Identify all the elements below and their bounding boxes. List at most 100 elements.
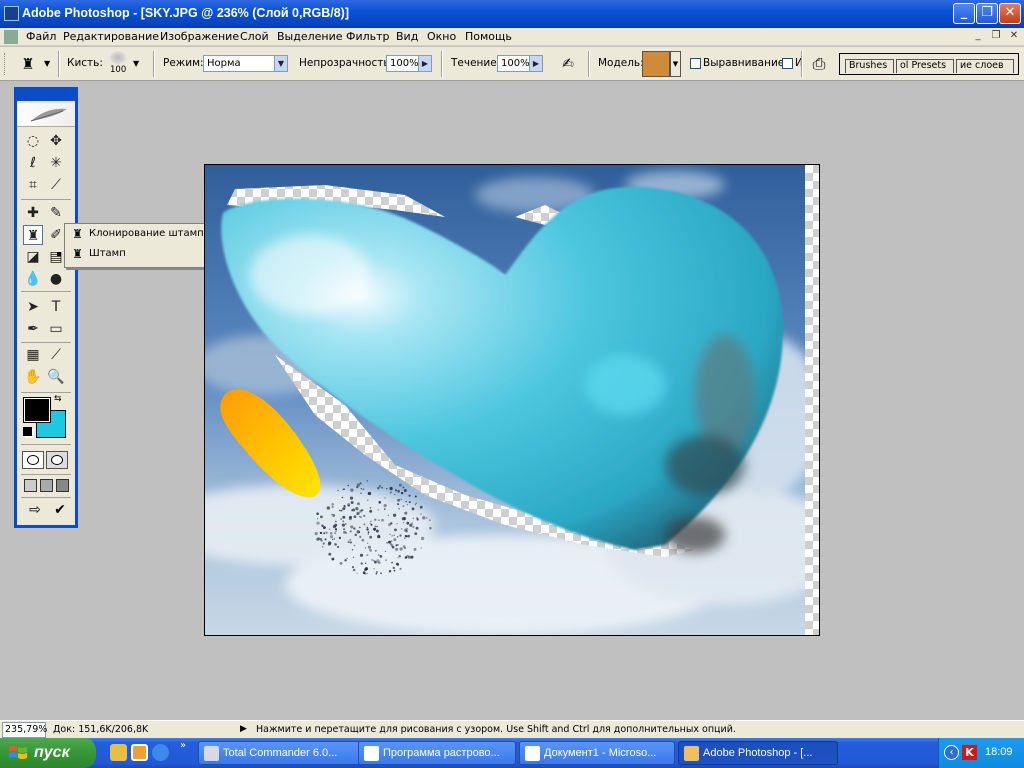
document-canvas[interactable] [204, 164, 820, 636]
notes-tool-icon[interactable]: ▦ [23, 345, 43, 365]
pen-tool-icon[interactable]: ✒ [23, 319, 43, 339]
dodge-tool-icon[interactable]: ● [46, 269, 66, 289]
status-message: Нажмите и перетащите для рисования с узо… [256, 724, 736, 735]
move-tool-icon[interactable]: ✥ [46, 131, 66, 151]
menu-edit[interactable]: Редактирование [63, 30, 159, 43]
tab-tool-presets[interactable]: ol Presets [896, 59, 954, 73]
full-screen-menu-icon[interactable] [40, 479, 53, 492]
quicklaunch-winamp-icon[interactable] [110, 744, 127, 761]
menu-file[interactable]: Файл [26, 30, 56, 43]
menu-select[interactable]: Выделение [277, 30, 343, 43]
adobe-feather-logo[interactable] [17, 103, 75, 127]
edit-in-imageready-icon[interactable]: ✔ [50, 502, 70, 522]
start-button[interactable]: пуск [0, 738, 96, 768]
impressionist-checkbox[interactable] [782, 58, 793, 69]
palette-well: Brushes ol Presets ие слоев [839, 53, 1019, 75]
slice-tool-icon[interactable]: ⟋ [46, 175, 66, 195]
quicklaunch-more-icon[interactable]: » [180, 740, 186, 751]
menu-window[interactable]: Окно [427, 30, 456, 43]
taskbar-button[interactable]: Программа растрово... [358, 741, 516, 765]
tab-layer-comps[interactable]: ие слоев [956, 59, 1014, 73]
taskbar-button-label: Adobe Photoshop - [... [703, 747, 813, 759]
healing-brush-tool-icon[interactable]: ✚ [23, 203, 43, 223]
menu-filter[interactable]: Фильтр [346, 30, 390, 43]
minimize-button[interactable]: _ [953, 3, 975, 24]
path-select-tool-icon[interactable]: ➤ [23, 297, 43, 317]
taskbar-app-icon [684, 746, 699, 761]
airbrush-icon[interactable]: ✍ [557, 54, 579, 74]
status-bar: 235,79% Док: 151,6K/206,8K ▶ Нажмите и п… [0, 720, 1024, 738]
taskbar-button[interactable]: Total Commander 6.0... [198, 741, 360, 765]
taskbar-button[interactable]: Документ1 - Microso... [519, 741, 675, 765]
quicklaunch-show-desktop-icon[interactable] [131, 744, 148, 761]
marquee-tool-icon[interactable]: ◌ [23, 131, 43, 151]
doc-close-button[interactable]: ✕ [1007, 30, 1021, 43]
windows-logo-icon [9, 746, 27, 759]
jump-to-imageready-icon[interactable]: ⇨ [22, 502, 48, 522]
title-bar: Adobe Photoshop - [SKY.JPG @ 236% (Слой … [0, 0, 1024, 28]
file-browser-icon[interactable]: ⎙ [807, 52, 831, 76]
crop-tool-icon[interactable]: ⌗ [23, 175, 43, 195]
kaspersky-icon[interactable]: K [962, 745, 977, 760]
preset-dropdown-arrow-icon[interactable]: ▼ [44, 59, 50, 68]
magic-wand-tool-icon[interactable]: ✳ [46, 153, 66, 173]
standard-screen-icon[interactable] [24, 479, 37, 492]
flow-slider-arrow-icon[interactable]: ▶ [529, 55, 543, 72]
shape-tool-icon[interactable]: ▭ [46, 319, 66, 339]
menu-image[interactable]: Изображение [160, 30, 239, 43]
canvas-image[interactable] [205, 165, 820, 636]
opacity-slider-arrow-icon[interactable]: ▶ [418, 55, 432, 72]
document-size[interactable]: Док: 151,6K/206,8K [53, 724, 148, 735]
swap-colors-icon[interactable]: ⇆ [54, 394, 62, 404]
menu-layer[interactable]: Слой [240, 30, 269, 43]
options-bar: ♜ ▼ Кисть: 100 ▼ Режим: Норма ▼ Непрозра… [0, 47, 1024, 81]
window-title: Adobe Photoshop - [SKY.JPG @ 236% (Слой … [22, 6, 349, 20]
zoom-tool-icon[interactable]: 🔍 [46, 367, 66, 387]
menu-help[interactable]: Помощь [465, 30, 512, 43]
taskbar: пуск » Total Commander 6.0... Программа р… [0, 738, 1024, 768]
zoom-field[interactable]: 235,79% [2, 722, 47, 738]
stamp-tool-icon[interactable]: ♜ [23, 225, 43, 245]
brush-tool-icon[interactable]: ✎ [46, 203, 66, 223]
pattern-dropdown-arrow-icon[interactable]: ▼ [670, 51, 681, 77]
tray-expand-icon[interactable]: ‹ [944, 745, 959, 760]
eyedropper-tool-icon[interactable]: ⟋ [46, 345, 66, 365]
system-tray: ‹ K 18:09 [938, 738, 1024, 768]
tab-brushes[interactable]: Brushes [845, 59, 894, 73]
flyout-item-label: Штамп [89, 248, 126, 259]
flyout-item-label: Клонирование штампа [89, 228, 210, 239]
flow-input[interactable]: 100% [497, 55, 530, 72]
maximize-button[interactable]: ❐ [976, 3, 998, 24]
lasso-tool-icon[interactable]: ℓ [23, 153, 43, 173]
brush-preview-icon[interactable] [110, 51, 126, 64]
pattern-swatch[interactable] [642, 51, 670, 77]
full-screen-icon[interactable] [56, 479, 69, 492]
document-icon[interactable] [4, 30, 18, 44]
standard-mode-icon[interactable] [22, 451, 44, 469]
type-tool-icon[interactable]: T [46, 297, 66, 317]
close-button[interactable]: ✕ [999, 3, 1021, 24]
taskbar-button-label: Total Commander 6.0... [223, 747, 338, 759]
aligned-checkbox[interactable] [690, 58, 701, 69]
mode-dropdown-arrow-icon[interactable]: ▼ [274, 55, 288, 72]
opacity-input[interactable]: 100% [386, 55, 419, 72]
gradient-tool-icon[interactable]: ▤ [46, 247, 66, 267]
quicklaunch-internet-explorer-icon[interactable] [152, 744, 169, 761]
mode-select[interactable]: Норма [203, 55, 275, 72]
quick-mask-mode-icon[interactable] [46, 451, 68, 469]
menu-view[interactable]: Вид [396, 30, 418, 43]
taskbar-button[interactable]: Adobe Photoshop - [... [678, 741, 838, 765]
doc-minimize-button[interactable]: _ [971, 30, 985, 43]
history-brush-tool-icon[interactable]: ✐ [46, 225, 66, 245]
default-colors-icon[interactable] [23, 427, 32, 436]
hand-tool-icon[interactable]: ✋ [23, 367, 43, 387]
eraser-tool-icon[interactable]: ◪ [23, 247, 43, 267]
foreground-color-swatch[interactable] [23, 397, 51, 423]
blur-tool-icon[interactable]: 💧 [23, 269, 43, 289]
taskbar-button-label: Документ1 - Microso... [544, 747, 657, 759]
status-menu-arrow-icon[interactable]: ▶ [240, 724, 247, 734]
doc-restore-button[interactable]: ❐ [989, 30, 1003, 43]
brush-dropdown-arrow-icon[interactable]: ▼ [133, 59, 139, 68]
toolbox-separator [21, 392, 71, 393]
stamp-preset-icon[interactable]: ♜ [16, 53, 40, 75]
